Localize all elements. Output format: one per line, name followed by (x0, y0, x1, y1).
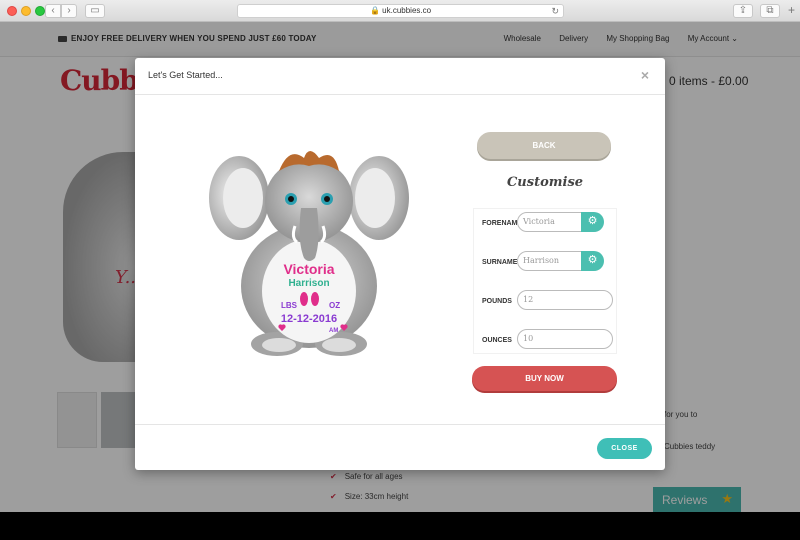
lock-icon: 🔒 (369, 6, 380, 15)
sidebar-toggle-icon[interactable]: ▭ (85, 4, 105, 18)
minimize-window-button[interactable] (21, 6, 31, 16)
gear-icon[interactable]: ⚙ (581, 212, 604, 232)
print-surname: Harrison (288, 278, 329, 289)
surname-label: SURNAME (482, 259, 517, 266)
pounds-row: POUNDS 12 (474, 290, 618, 314)
modal-footer-divider (135, 424, 665, 425)
pounds-label: POUNDS (482, 298, 512, 305)
surname-row: SURNAME Harrison ⚙ (474, 251, 618, 275)
modal-title: Let's Get Started... (148, 70, 223, 80)
close-icon[interactable]: × (641, 67, 649, 83)
ounces-label: OUNCES (482, 337, 512, 344)
zoom-window-button[interactable] (35, 6, 45, 16)
customise-modal: Let's Get Started... × Victoria Harrison… (135, 58, 665, 470)
forename-label: FORENAME (482, 220, 517, 227)
print-date: 12-12-2016 (281, 313, 337, 325)
close-button[interactable]: CLOSE (597, 438, 652, 459)
ounces-row: OUNCES 10 (474, 329, 618, 353)
print-name: Victoria (283, 261, 334, 277)
customise-heading: Customise (506, 175, 584, 190)
print-lbs-label: LBS (281, 301, 298, 310)
customise-form: FORENAME Victoria ⚙ SURNAME Harrison ⚙ P… (473, 208, 617, 354)
browser-window: ‹ › ▭ 🔒 uk.cubbies.co ↻ ⇪ ⧉ + ENJOY FREE… (0, 0, 800, 512)
elephant-illustration: Victoria Harrison LBS OZ 12-12-2016 AM (209, 151, 409, 356)
back-nav-icon[interactable]: ‹ (45, 4, 61, 18)
modal-header-divider (135, 94, 665, 95)
close-window-button[interactable] (7, 6, 17, 16)
ounces-input[interactable]: 10 (517, 329, 613, 349)
reload-icon[interactable]: ↻ (551, 5, 559, 17)
share-icon[interactable]: ⇪ (733, 4, 753, 18)
new-tab-icon[interactable]: + (788, 4, 795, 16)
address-bar[interactable]: 🔒 uk.cubbies.co ↻ (237, 4, 564, 18)
url-text: uk.cubbies.co (382, 6, 432, 15)
back-button[interactable]: BACK (477, 132, 611, 159)
pounds-input[interactable]: 12 (517, 290, 613, 310)
print-time: AM (329, 328, 338, 334)
buy-now-button[interactable]: BUY NOW (472, 366, 617, 391)
gear-icon[interactable]: ⚙ (581, 251, 604, 271)
forename-row: FORENAME Victoria ⚙ (474, 212, 618, 236)
tabs-overview-icon[interactable]: ⧉ (760, 4, 780, 18)
print-oz-label: OZ (329, 301, 340, 310)
browser-toolbar: ‹ › ▭ 🔒 uk.cubbies.co ↻ ⇪ ⧉ + (0, 0, 800, 22)
forward-nav-icon[interactable]: › (61, 4, 77, 18)
elephant-product-image: Victoria Harrison LBS OZ 12-12-2016 AM (209, 146, 409, 366)
